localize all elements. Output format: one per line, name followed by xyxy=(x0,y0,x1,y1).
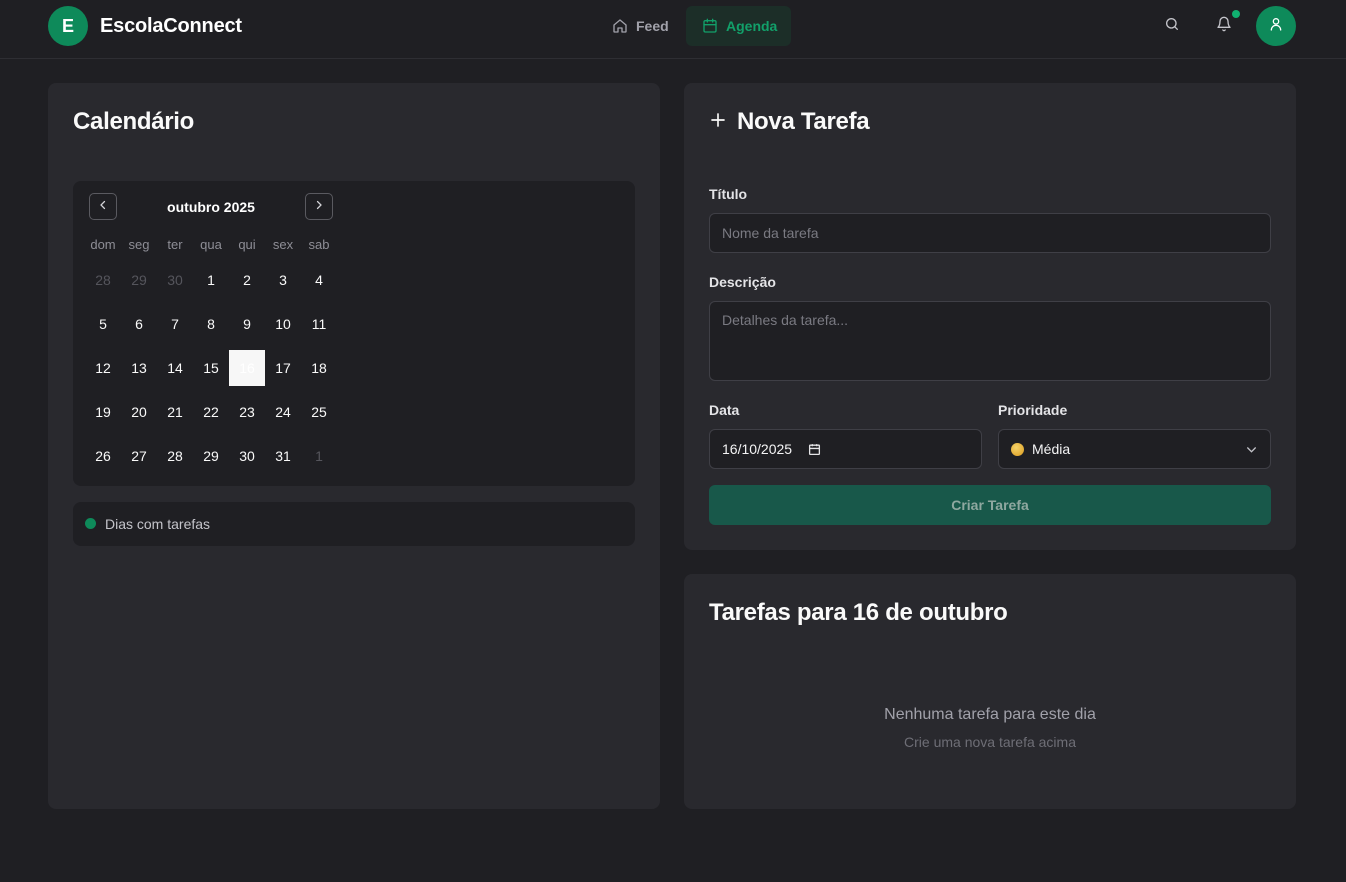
calendar-day[interactable]: 23 xyxy=(229,394,265,430)
calendar-day[interactable]: 26 xyxy=(85,438,121,474)
calendar-day[interactable]: 31 xyxy=(265,438,301,474)
calendar-day[interactable]: 21 xyxy=(157,394,193,430)
calendar-picker-icon[interactable] xyxy=(808,443,821,456)
weekday-header: sab xyxy=(308,237,330,252)
date-field-label: Data xyxy=(709,402,740,418)
calendar-day[interactable]: 27 xyxy=(121,438,157,474)
nav-agenda-link[interactable]: Agenda xyxy=(686,6,791,46)
calendar-day[interactable]: 28 xyxy=(85,262,121,298)
calendar-day[interactable]: 1 xyxy=(301,438,337,474)
calendar-legend: Dias com tarefas xyxy=(73,502,635,546)
calendar-day[interactable]: 22 xyxy=(193,394,229,430)
tasks-for-day-card: Tarefas para 16 de outubro Nenhuma taref… xyxy=(684,574,1296,809)
priority-select[interactable]: Média xyxy=(998,429,1271,469)
weekday-header: dom xyxy=(90,237,116,252)
calendar-day[interactable]: 3 xyxy=(265,262,301,298)
legend-label: Dias com tarefas xyxy=(105,516,211,532)
calendar-day[interactable]: 30 xyxy=(157,262,193,298)
task-title-input[interactable] xyxy=(709,213,1271,253)
priority-medium-icon xyxy=(1011,442,1024,456)
calendar-day[interactable]: 7 xyxy=(157,306,193,342)
calendar-day[interactable]: 14 xyxy=(157,350,193,386)
calendar-day[interactable]: 28 xyxy=(157,438,193,474)
weekday-header: ter xyxy=(167,237,183,252)
chevron-down-icon xyxy=(1245,443,1258,459)
bell-icon xyxy=(1216,16,1232,37)
home-icon xyxy=(612,18,628,34)
next-month-button[interactable] xyxy=(305,193,333,220)
logo-badge[interactable]: E xyxy=(48,6,88,46)
chevron-left-icon xyxy=(97,198,109,216)
weekday-header: qui xyxy=(238,237,256,252)
legend-dot xyxy=(85,518,96,529)
weekday-header: qua xyxy=(200,237,222,252)
calendar-card: Calendário outubro 2025 dom seg ter qua qui s… xyxy=(48,83,660,809)
date-value: 16/10/2025 xyxy=(722,441,793,457)
calendar-day[interactable]: 11 xyxy=(301,306,337,342)
search-icon xyxy=(1164,16,1180,37)
empty-state-message: Nenhuma tarefa para este dia xyxy=(884,706,1096,723)
calendar-day[interactable]: 17 xyxy=(265,350,301,386)
calendar-day[interactable]: 8 xyxy=(193,306,229,342)
calendar-day[interactable]: 5 xyxy=(85,306,121,342)
calendar-day[interactable]: 10 xyxy=(265,306,301,342)
create-task-button[interactable]: Criar Tarefa xyxy=(709,485,1271,525)
app-name[interactable]: EscolaConnect xyxy=(100,15,242,38)
user-avatar-button[interactable] xyxy=(1256,6,1296,46)
priority-field-label: Prioridade xyxy=(998,402,1068,418)
calendar-month-label: outubro 2025 xyxy=(167,199,255,215)
calendar-day[interactable]: 12 xyxy=(85,350,121,386)
calendar-day[interactable]: 20 xyxy=(121,394,157,430)
weekday-header: seg xyxy=(128,237,150,252)
nav-feed-link[interactable]: Feed xyxy=(602,6,682,46)
calendar-day[interactable]: 2 xyxy=(229,262,265,298)
new-task-title: Nova Tarefa xyxy=(737,108,870,135)
description-field-label: Descrição xyxy=(709,274,776,290)
calendar-icon xyxy=(702,18,718,34)
calendar-day[interactable]: 13 xyxy=(121,350,157,386)
calendar-widget: outubro 2025 dom seg ter qua qui sex sab 28 29 30… xyxy=(73,181,635,486)
notification-badge xyxy=(1232,10,1240,18)
calendar-day[interactable]: 18 xyxy=(301,350,337,386)
calendar-day[interactable]: 30 xyxy=(229,438,265,474)
calendar-day[interactable]: 19 xyxy=(85,394,121,430)
task-date-input[interactable]: 16/10/2025 xyxy=(709,429,982,469)
new-task-card: Nova Tarefa Título Descrição Data 16/10/… xyxy=(684,83,1296,550)
calendar-day[interactable]: 29 xyxy=(121,262,157,298)
calendar-day[interactable]: 24 xyxy=(265,394,301,430)
calendar-day[interactable]: 1 xyxy=(193,262,229,298)
calendar-day[interactable]: 15 xyxy=(193,350,229,386)
plus-icon xyxy=(709,111,727,134)
calendar-day-selected[interactable]: 16 xyxy=(229,350,265,386)
calendar-day[interactable]: 4 xyxy=(301,262,337,298)
user-icon xyxy=(1268,16,1284,37)
calendar-day[interactable]: 6 xyxy=(121,306,157,342)
top-header: E EscolaConnect Feed Agenda xyxy=(0,0,1346,59)
tasks-title: Tarefas para 16 de outubro xyxy=(709,599,1008,626)
weekday-header: sex xyxy=(272,237,294,252)
prev-month-button[interactable] xyxy=(89,193,117,220)
empty-state-hint: Crie uma nova tarefa acima xyxy=(904,734,1076,750)
chevron-right-icon xyxy=(313,198,325,216)
search-button[interactable] xyxy=(1156,10,1188,42)
nav-agenda-label: Agenda xyxy=(726,18,778,34)
task-description-input[interactable] xyxy=(709,301,1271,381)
nav-feed-label: Feed xyxy=(636,18,669,34)
priority-value: Média xyxy=(1032,441,1071,457)
calendar-day[interactable]: 25 xyxy=(301,394,337,430)
calendar-day[interactable]: 29 xyxy=(193,438,229,474)
title-field-label: Título xyxy=(709,186,748,202)
calendar-title: Calendário xyxy=(73,108,195,135)
calendar-day[interactable]: 9 xyxy=(229,306,265,342)
